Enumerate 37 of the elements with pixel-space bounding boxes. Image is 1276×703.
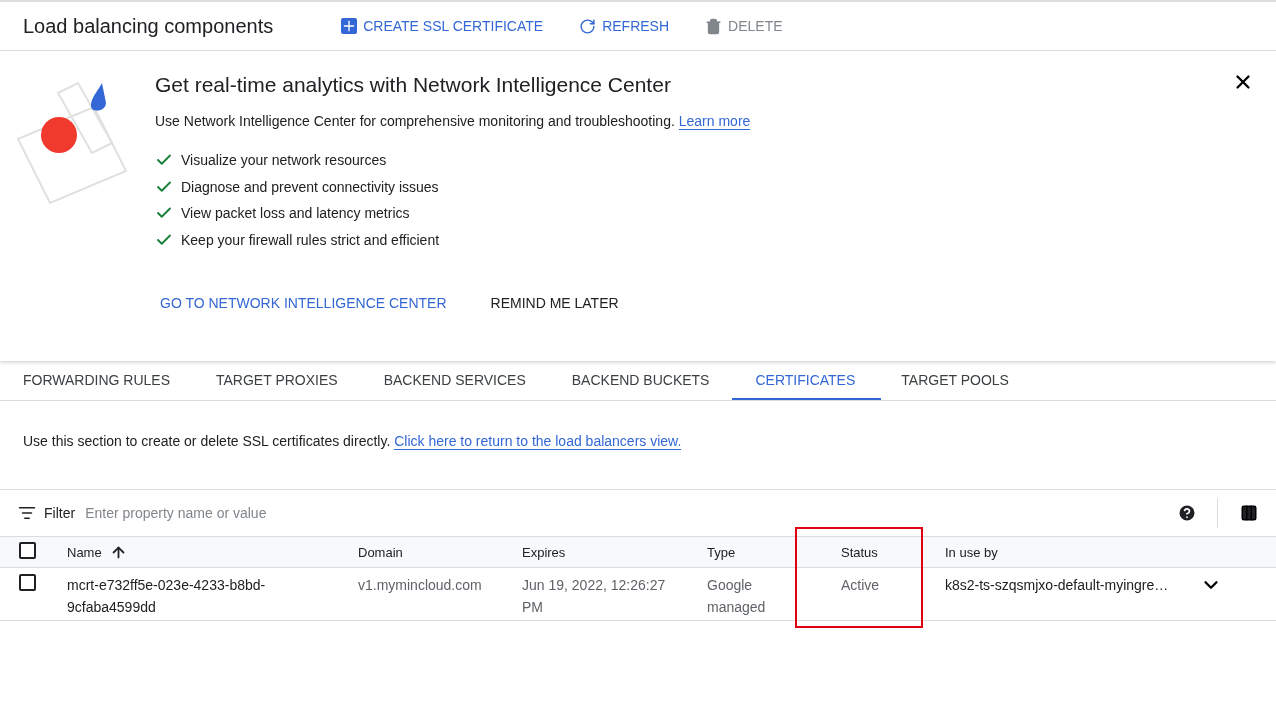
feature-text: Keep your firewall rules strict and efficient	[181, 231, 440, 248]
tab[interactable]: FORWARDING RULES	[0, 361, 196, 400]
feature-text: View packet loss and latency metrics	[181, 205, 410, 222]
page-title: Load balancing components	[23, 14, 274, 38]
feature-text: Visualize your network resources	[181, 152, 387, 169]
table-cell-text: Google managed	[706, 576, 767, 617]
table-cell-text: Jun 19, 2022, 12:26:27 PM	[521, 576, 667, 617]
banner-description: Use Network Intelligence Center for comprehensive monitoring and troubleshooting. Learn more	[155, 113, 751, 129]
toolbar-button[interactable]: REFRESH	[579, 13, 670, 39]
info-text: Use this section to create or delete SSL certificates directly. Click here to return to the load balancers view.	[0, 401, 1276, 490]
remind-later-button[interactable]: REMIND ME LATER	[485, 291, 624, 315]
table-cell-text: mcrt-e732ff5e-023e-4233-b8bd-9cfaba4599dd	[66, 576, 267, 617]
feature-text: Diagnose and prevent connectivity issues	[181, 178, 439, 195]
learn-more-link[interactable]: Learn more	[678, 113, 751, 130]
toolbar-button[interactable]: CREATE SSL CERTIFICATE	[341, 14, 544, 38]
checkbox[interactable]	[19, 541, 36, 559]
plus-icon	[341, 18, 358, 34]
column-display-button[interactable]	[1240, 504, 1258, 522]
trash-icon	[705, 17, 723, 35]
filter-label: Filter	[44, 505, 76, 521]
go-to-center-button[interactable]: GO TO NETWORK INTELLIGENCE CENTER	[155, 291, 452, 315]
column-header[interactable]: Expires	[507, 544, 692, 560]
column-header[interactable]: In use by	[930, 544, 1185, 560]
column-header[interactable]: Domain	[343, 544, 507, 560]
table-cell-text: k8s2-ts-szqsmjxo-default-myingre…	[944, 576, 1170, 595]
table-cell-text: v1.mymincloud.com	[357, 576, 483, 595]
column-header[interactable]: Type	[692, 544, 826, 560]
banner-title: Get real-time analytics with Network Intelligence Center	[155, 73, 672, 97]
column-header[interactable]: Status	[826, 544, 930, 560]
table-cell-text: Active	[840, 576, 881, 595]
help-button[interactable]	[1177, 503, 1197, 523]
column-header[interactable]: Name	[52, 543, 343, 561]
refresh-icon	[579, 17, 597, 35]
return-link[interactable]: Click here to return to the load balancers view.	[394, 433, 682, 450]
filter-icon	[18, 504, 36, 522]
checkbox[interactable]	[19, 574, 36, 591]
tab[interactable]: CERTIFICATES	[732, 361, 882, 400]
